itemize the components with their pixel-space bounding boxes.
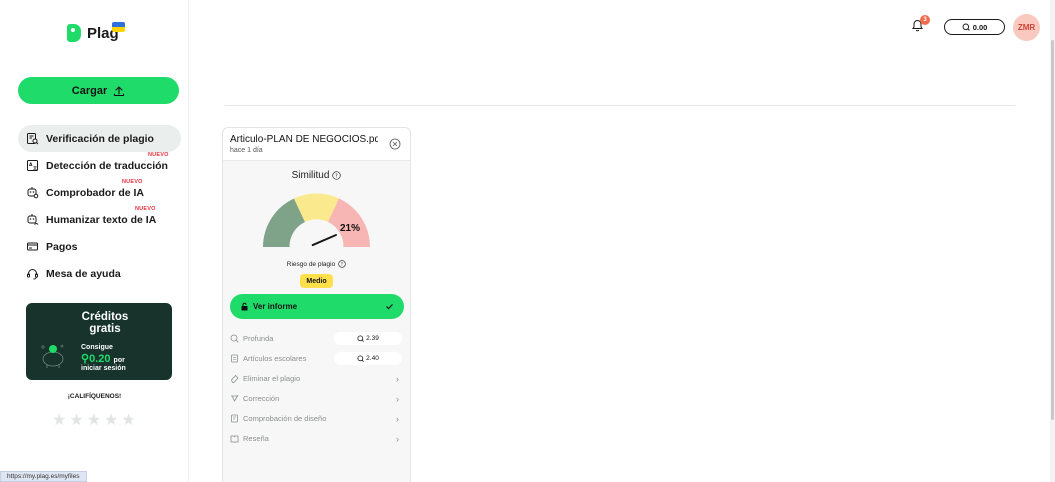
option-label: Comprobación de diseño (243, 414, 327, 423)
star-icon[interactable]: ★ (87, 410, 101, 430)
price-pill[interactable]: 2.40 (334, 352, 402, 365)
robot-human-icon (27, 214, 39, 225)
plag-logo-icon (67, 24, 81, 42)
piggy-bank-icon (41, 344, 64, 368)
chevron-right-icon: › (396, 393, 399, 404)
translate-icon: A文 (27, 160, 38, 171)
sidebar-item-label: Pagos (46, 240, 78, 253)
star-icon[interactable]: ★ (69, 410, 83, 430)
article-icon (231, 354, 238, 363)
page-scrollbar[interactable] (1050, 0, 1055, 482)
price-pill[interactable]: 2.39 (334, 332, 402, 345)
file-name[interactable]: Articulo-PLAN DE NEGOCIOS.pdf (230, 134, 378, 145)
option-label: Artículos escolares (243, 354, 307, 363)
close-icon[interactable] (389, 138, 401, 150)
coin-icon (357, 355, 365, 362)
option-review[interactable]: Reseña › (230, 430, 406, 447)
sidebar-item-label: Humanizar texto de IA (46, 213, 157, 226)
sidebar-item-plagiarism-check[interactable]: Verificación de plagio (18, 125, 181, 152)
upload-button-label: Cargar (71, 84, 108, 97)
new-badge: NUEVO (148, 152, 169, 158)
sidebar-item-label: Comprobador de IA (46, 186, 145, 199)
status-bar-url: https://my.plag.es/myfiles (0, 471, 87, 482)
view-report-label: Ver informe (253, 302, 298, 311)
lock-icon (241, 302, 248, 311)
card-header: Articulo-PLAN DE NEGOCIOS.pdf hace 1 día (223, 128, 410, 161)
star-icon[interactable]: ★ (121, 410, 135, 430)
check-icon (386, 304, 393, 310)
file-time: hace 1 día (230, 147, 263, 154)
similarity-heading: Similitud ? (223, 170, 410, 181)
star-icon[interactable]: ★ (104, 410, 118, 430)
sidebar-item-label: Detección de traducción (46, 159, 168, 172)
upload-icon (114, 85, 125, 96)
credits-line-1: Consigue (81, 344, 113, 351)
coin-icon (962, 23, 970, 31)
deep-search-icon (230, 334, 239, 343)
option-remove-plagiarism[interactable]: Eliminar el plagio › (230, 370, 406, 387)
option-school-articles[interactable]: Artículos escolares 2.40 (230, 350, 406, 367)
scrollbar-thumb[interactable] (1051, 40, 1054, 420)
view-report-button[interactable]: Ver informe (230, 294, 404, 319)
similarity-percent: 21% (340, 223, 360, 234)
option-label: Eliminar el plagio (243, 374, 301, 383)
content-divider (225, 105, 1015, 106)
option-deep-check[interactable]: Profunda 2.39 (230, 330, 406, 347)
credits-line-3: iniciar sesión (81, 365, 126, 372)
document-search-icon (27, 133, 39, 145)
robot-search-icon (27, 187, 39, 199)
credits-title: Créditos gratis (81, 311, 129, 335)
sidebar-item-help-desk[interactable]: Mesa de ayuda (18, 260, 181, 287)
option-label: Corrección (243, 394, 280, 403)
sidebar: Plag Cargar Verificación de plagio A文 De… (0, 0, 189, 482)
option-correction[interactable]: Corrección › (230, 390, 406, 407)
sidebar-item-payments[interactable]: Pagos (18, 233, 181, 260)
book-icon (230, 435, 239, 443)
sidebar-item-label: Verificación de plagio (46, 132, 154, 145)
file-result-card: Articulo-PLAN DE NEGOCIOS.pdf hace 1 día… (222, 127, 411, 482)
balance-value: 0.00 (972, 22, 988, 32)
new-badge: NUEVO (122, 179, 143, 185)
ukraine-flag-icon (112, 22, 125, 32)
help-icon[interactable]: ? (338, 260, 346, 268)
chevron-right-icon: › (396, 373, 399, 384)
gauge-needle (311, 234, 337, 247)
headset-icon (27, 269, 38, 280)
correction-check-icon (231, 394, 239, 402)
rate-us-label: ¡CALIFÍQUENOS! (67, 393, 122, 400)
option-label: Reseña (243, 434, 269, 443)
chevron-right-icon: › (396, 433, 399, 444)
option-design-check[interactable]: Comprobación de diseño › (230, 410, 406, 427)
sidebar-item-translation-detection[interactable]: A文 Detección de traducción NUEVO (18, 152, 181, 179)
coin-icon (357, 335, 365, 342)
balance-pill[interactable]: 0.00 (944, 19, 1005, 35)
app-root: Plag Cargar Verificación de plagio A文 De… (0, 0, 1055, 482)
user-avatar[interactable]: ZMR (1013, 14, 1040, 41)
svg-text:?: ? (335, 173, 338, 179)
sidebar-item-ai-checker[interactable]: Comprobador de IA NUEVO (18, 179, 181, 206)
brand-logo[interactable]: Plag (67, 24, 119, 42)
new-badge: NUEVO (135, 206, 156, 212)
help-icon[interactable]: ? (332, 171, 342, 180)
svg-text:?: ? (341, 262, 344, 268)
coin-icon: ⚲ (81, 353, 90, 365)
layout-document-icon (231, 414, 238, 423)
sidebar-nav: Verificación de plagio A文 Detección de t… (18, 125, 181, 287)
sidebar-item-label: Mesa de ayuda (46, 267, 121, 280)
similarity-gauge: 21% (263, 193, 370, 247)
star-icon[interactable]: ★ (52, 410, 66, 430)
chevron-right-icon: › (396, 413, 399, 424)
payment-card-icon (27, 242, 38, 251)
option-label: Profunda (243, 334, 274, 343)
plagiarism-risk-heading: Riesgo de plagio ? (223, 260, 410, 268)
free-credits-banner[interactable]: Créditos gratis Consigue ⚲0.20 por inicia… (26, 303, 172, 380)
upload-button[interactable]: Cargar (18, 77, 179, 104)
rating-stars: ★ ★ ★ ★ ★ (52, 410, 136, 430)
credits-amount: ⚲0.20 por (81, 353, 125, 365)
eraser-icon (231, 374, 239, 383)
sidebar-item-humanize-ai[interactable]: Humanizar texto de IA NUEVO (18, 206, 181, 233)
notification-count-badge: 3 (920, 15, 930, 25)
risk-level-badge: Medio (300, 274, 333, 288)
